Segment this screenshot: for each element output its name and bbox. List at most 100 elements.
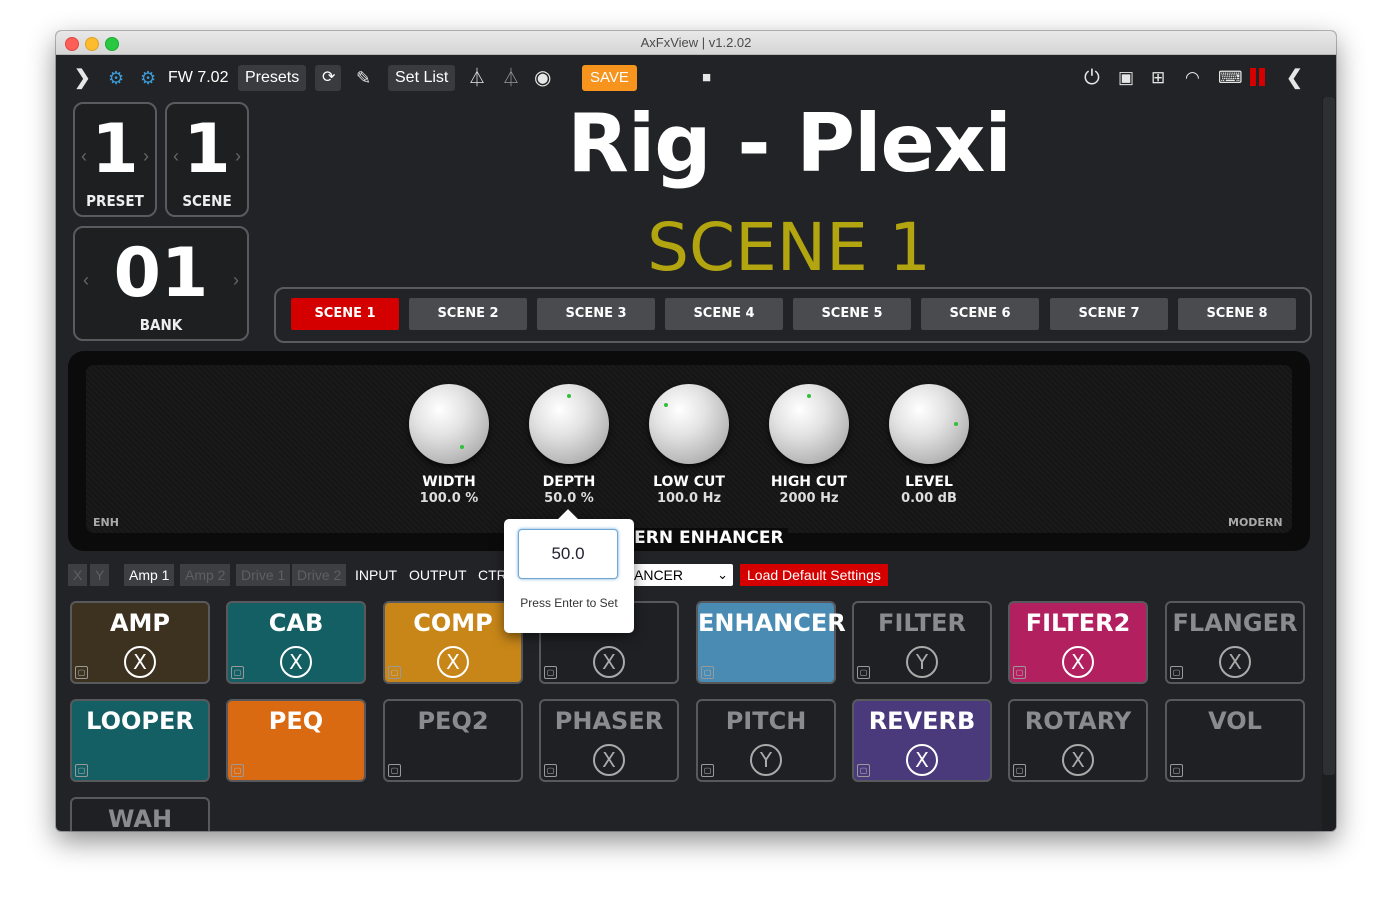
block-rotary[interactable]: ROTARY X ▢ <box>1008 699 1148 782</box>
tab-drive-1[interactable]: Drive 1 <box>236 564 291 586</box>
scene-button-3[interactable]: SCENE 3 <box>537 298 655 330</box>
scene-counter[interactable]: ‹ 1 › SCENE <box>165 102 249 217</box>
footswitch-icon[interactable]: ▢ <box>1013 666 1026 679</box>
tab-drive-2[interactable]: Drive 2 <box>292 564 347 586</box>
block-name: LOOPER <box>86 707 194 735</box>
block-flanger[interactable]: FLANGER X ▢ <box>1165 601 1305 684</box>
footswitch-icon[interactable]: ▢ <box>857 764 870 777</box>
effect-type-select[interactable]: ANCER ⌄ <box>631 564 733 586</box>
block-comp[interactable]: COMP X ▢ <box>383 601 523 684</box>
block-filter[interactable]: FILTER Y ▢ <box>852 601 992 684</box>
scene-button-4[interactable]: SCENE 4 <box>665 298 783 330</box>
tab-amp-2[interactable]: Amp 2 <box>180 564 231 586</box>
block-state-badge[interactable]: Y <box>750 744 782 776</box>
footswitch-icon[interactable]: ▢ <box>75 666 88 679</box>
width-knob[interactable] <box>409 384 489 464</box>
refresh-icon[interactable]: ⟳ <box>315 65 341 91</box>
block-name: VOL <box>1208 707 1262 735</box>
tuner-mute-icon[interactable]: ✎ <box>356 65 371 91</box>
gears-icon[interactable]: ⚙ <box>108 65 124 91</box>
expand-chevron-icon[interactable]: ❯ <box>74 65 91 91</box>
preset-counter[interactable]: ‹ 1 › PRESET <box>73 102 157 217</box>
preset-next-icon[interactable]: › <box>143 146 149 167</box>
bank-next-icon[interactable]: › <box>233 270 239 291</box>
block-state-badge[interactable]: Y <box>906 646 938 678</box>
presets-button[interactable]: Presets <box>238 65 307 91</box>
block-vol[interactable]: VOL ▢ <box>1165 699 1305 782</box>
footswitch-icon[interactable]: ▢ <box>1170 666 1183 679</box>
palette-icon[interactable]: ◉ <box>534 65 551 91</box>
block-name: ROTARY <box>1024 707 1132 735</box>
tab-output[interactable]: OUTPUT <box>404 564 472 586</box>
scene-button-5[interactable]: SCENE 5 <box>793 298 911 330</box>
footswitch-icon[interactable]: ▢ <box>857 666 870 679</box>
footswitch-icon[interactable]: ▢ <box>544 666 557 679</box>
preset-label: PRESET <box>86 192 144 210</box>
high-cut-knob[interactable] <box>769 384 849 464</box>
footswitch-icon[interactable]: ▢ <box>231 764 244 777</box>
block-filter2[interactable]: FILTER2 X ▢ <box>1008 601 1148 684</box>
block-state-badge[interactable]: X <box>1062 646 1094 678</box>
footswitch-icon[interactable]: ▢ <box>1013 764 1026 777</box>
metronome-icon[interactable]: ⏃ <box>468 65 486 91</box>
block-reverb[interactable]: REVERB X ▢ <box>852 699 992 782</box>
metronome-off-icon[interactable]: ⏃ <box>502 65 520 91</box>
save-button[interactable]: SAVE <box>582 65 637 91</box>
block-state-badge[interactable]: X <box>593 744 625 776</box>
tab-input[interactable]: INPUT <box>350 564 402 586</box>
level-knob[interactable] <box>889 384 969 464</box>
block-wah[interactable]: WAH▢ <box>70 797 210 831</box>
gear-icon[interactable]: ⚙ <box>140 65 156 91</box>
collapse-chevron-icon[interactable]: ❮ <box>1286 65 1303 91</box>
block-peq2[interactable]: PEQ2 ▢ <box>383 699 523 782</box>
block-enhancer[interactable]: ENHANCER ▢ <box>696 601 846 684</box>
pause-bar-right-icon[interactable] <box>1259 68 1265 86</box>
block-state-badge[interactable]: X <box>124 646 156 678</box>
grid-routing-icon[interactable]: ⊞ <box>1151 65 1165 91</box>
scene-next-icon[interactable]: › <box>235 146 241 167</box>
lock-icon[interactable]: ■ <box>702 65 711 91</box>
block-phaser[interactable]: PHASER X ▢ <box>539 699 679 782</box>
footswitch-icon[interactable]: ▢ <box>388 764 401 777</box>
block-state-badge[interactable]: X <box>1219 646 1251 678</box>
scrollbar-thumb[interactable] <box>1323 97 1335 775</box>
scene-button-6[interactable]: SCENE 6 <box>921 298 1039 330</box>
tab-x[interactable]: X <box>68 564 88 586</box>
meter-icon[interactable]: ◠ <box>1185 65 1200 91</box>
block-cab[interactable]: CAB X ▢ <box>226 601 366 684</box>
footswitch-icon[interactable]: ▢ <box>75 764 88 777</box>
scene-button-2[interactable]: SCENE 2 <box>409 298 527 330</box>
block-pitch[interactable]: PITCH Y ▢ <box>696 699 836 782</box>
pause-bar-left-icon[interactable] <box>1250 68 1256 86</box>
scene-button-1[interactable]: SCENE 1 <box>291 298 399 330</box>
block-looper[interactable]: LOOPER ▢ <box>70 699 210 782</box>
tab-y[interactable]: Y <box>90 564 110 586</box>
scene-button-7[interactable]: SCENE 7 <box>1050 298 1168 330</box>
depth-knob[interactable] <box>529 384 609 464</box>
bank-counter[interactable]: ‹ 01 › BANK <box>73 226 249 341</box>
block-state-badge[interactable]: X <box>593 646 625 678</box>
block-state-badge[interactable]: X <box>906 744 938 776</box>
tab-amp-1[interactable]: Amp 1 <box>124 564 175 586</box>
low-cut-knob[interactable] <box>649 384 729 464</box>
block-amp[interactable]: AMP X ▢ <box>70 601 210 684</box>
scene-button-8[interactable]: SCENE 8 <box>1178 298 1296 330</box>
footswitch-icon[interactable]: ▢ <box>701 764 714 777</box>
amp-icon[interactable]: ▣ <box>1118 65 1134 91</box>
power-icon[interactable]: ⏻ <box>1084 65 1100 91</box>
footswitch-icon[interactable]: ▢ <box>1170 764 1183 777</box>
footswitch-icon[interactable]: ▢ <box>544 764 557 777</box>
footswitch-icon[interactable]: ▢ <box>231 666 244 679</box>
block-state-badge[interactable]: X <box>1062 744 1094 776</box>
footswitch-icon[interactable]: ▢ <box>388 666 401 679</box>
block-name: COMP <box>413 609 493 637</box>
keyboard-icon[interactable]: ⌨ <box>1218 65 1243 91</box>
load-default-settings-button[interactable]: Load Default Settings <box>740 564 888 586</box>
block-state-badge[interactable]: X <box>437 646 469 678</box>
value-input[interactable] <box>518 529 618 579</box>
block-name: REVERB <box>868 707 976 735</box>
block-peq[interactable]: PEQ ▢ <box>226 699 366 782</box>
footswitch-icon[interactable]: ▢ <box>701 666 714 679</box>
setlist-button[interactable]: Set List <box>388 65 456 91</box>
block-state-badge[interactable]: X <box>280 646 312 678</box>
